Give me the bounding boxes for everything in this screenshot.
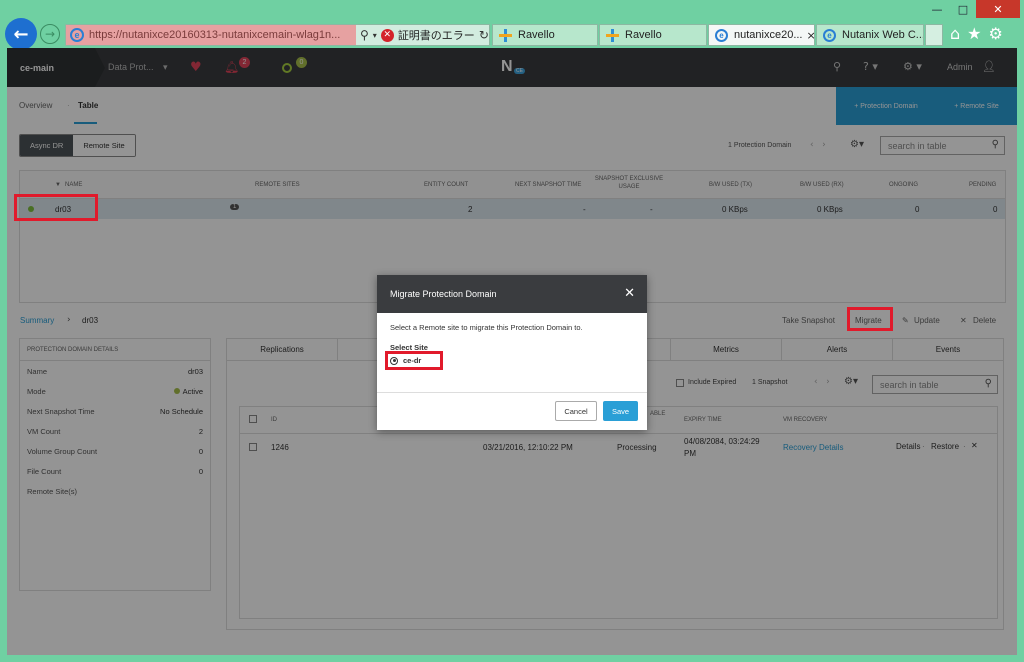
cert-error-icon[interactable]: ✕ [380, 28, 394, 42]
dialog-title: Migrate Protection Domain [390, 289, 497, 299]
ie-logo-icon: e [70, 28, 84, 42]
forward-button[interactable]: → [40, 24, 60, 44]
address-bar[interactable]: e https://nutanixce20160313-nutanixcemai… [65, 24, 490, 46]
dropdown-icon[interactable]: ▾ [373, 31, 377, 40]
save-button[interactable]: Save [603, 401, 638, 421]
settings-gear-icon[interactable]: ⚙ [989, 24, 1003, 43]
maximize-button[interactable]: □ [950, 0, 976, 18]
ravello-icon [499, 28, 512, 42]
search-icon[interactable]: ⚲ [360, 28, 369, 42]
dialog-header: Migrate Protection Domain ✕ [377, 275, 647, 313]
cancel-button[interactable]: Cancel [555, 401, 597, 421]
home-icon[interactable]: ⌂ [950, 24, 960, 43]
window-controls: — □ ✕ [924, 0, 1020, 18]
tab-label: Ravello [518, 29, 555, 41]
close-tab-icon[interactable]: × [807, 29, 815, 42]
tab-label: nutanixce20... [734, 29, 803, 41]
tab-label: Ravello [625, 29, 662, 41]
browser-tab-nutanix-web[interactable]: e Nutanix Web C... [816, 24, 924, 46]
browser-tab-ravello-1[interactable]: Ravello [492, 24, 598, 46]
browser-tab-ravello-2[interactable]: Ravello [599, 24, 707, 46]
highlight-site-option [385, 351, 443, 370]
highlight-migrate-button [847, 307, 893, 331]
back-button[interactable]: ← [5, 18, 37, 50]
cert-error-text[interactable]: 証明書のエラー [398, 27, 475, 43]
address-url[interactable]: https://nutanixce20160313-nutanixcemain-… [89, 29, 340, 41]
close-window-button[interactable]: ✕ [976, 0, 1020, 18]
highlight-dr03-row [14, 194, 98, 221]
close-icon[interactable]: ✕ [624, 286, 635, 301]
tab-label: Nutanix Web C... [842, 29, 924, 41]
dialog-footer: Cancel Save [377, 393, 647, 430]
ie-logo-icon: e [823, 28, 836, 42]
favorites-star-icon[interactable]: ★ [967, 24, 981, 43]
ie-logo-icon: e [715, 28, 728, 42]
new-tab-button[interactable] [925, 24, 943, 46]
minimize-button[interactable]: — [924, 0, 950, 18]
nutanix-prism-app: ce-main Data Prot... ▾ ♥ 🔔︎ 2 0 N CE ⚲ ?… [7, 48, 1017, 655]
browser-toolbar-icons: ⌂ ★ ⚙ [950, 24, 1003, 43]
ravello-icon [606, 28, 619, 42]
refresh-icon[interactable]: ↻ [479, 28, 489, 42]
dialog-instruction: Select a Remote site to migrate this Pro… [390, 323, 583, 332]
browser-tab-nutanix-active[interactable]: e nutanixce20... × [708, 24, 815, 46]
